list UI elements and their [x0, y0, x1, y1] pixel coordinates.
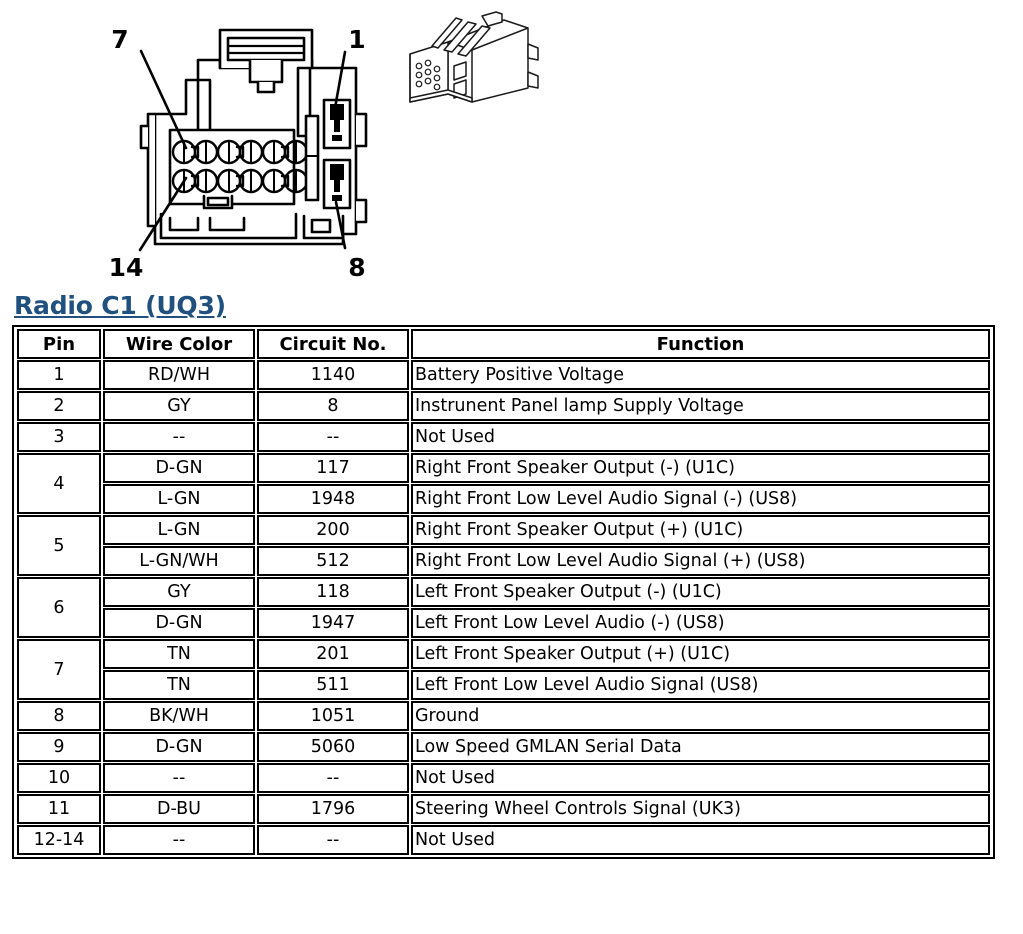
- cell-function: Not Used: [411, 825, 990, 855]
- column-header-function: Function: [411, 329, 990, 359]
- cell-function: Instrunent Panel lamp Supply Voltage: [411, 391, 990, 421]
- table-row: 1 RD/WH 1140 Battery Positive Voltage: [17, 360, 990, 390]
- cell-pin: 10: [17, 763, 101, 793]
- cell-function: Left Front Speaker Output (-) (U1C): [411, 577, 990, 607]
- callout-label-1: 1: [348, 25, 365, 54]
- cell-function: Left Front Speaker Output (+) (U1C): [411, 639, 990, 669]
- cell-function: Right Front Low Level Audio Signal (+) (…: [411, 546, 990, 576]
- callout-label-14: 14: [109, 253, 144, 280]
- cell-wire-color: RD/WH: [103, 360, 255, 390]
- cell-pin: 5: [17, 515, 101, 576]
- cell-pin: 11: [17, 794, 101, 824]
- cell-function: Left Front Low Level Audio (-) (US8): [411, 608, 990, 638]
- cell-wire-color: TN: [103, 639, 255, 669]
- cell-circuit-no: 511: [257, 670, 409, 700]
- cell-wire-color: GY: [103, 391, 255, 421]
- radio-c1-pinout-table: Pin Wire Color Circuit No. Function 1 RD/…: [15, 328, 992, 856]
- table-row: 2 GY 8 Instrunent Panel lamp Supply Voltage: [17, 391, 990, 421]
- cell-function: Not Used: [411, 763, 990, 793]
- cell-wire-color: D-BU: [103, 794, 255, 824]
- cell-wire-color: BK/WH: [103, 701, 255, 731]
- cell-wire-color: GY: [103, 577, 255, 607]
- cell-circuit-no: --: [257, 422, 409, 452]
- cell-function: Right Front Speaker Output (+) (U1C): [411, 515, 990, 545]
- cell-wire-color: --: [103, 422, 255, 452]
- connector-illustration-area: 7 1 14 8: [0, 0, 1023, 288]
- callout-label-8: 8: [348, 253, 365, 280]
- cell-circuit-no: 8: [257, 391, 409, 421]
- cell-function: Battery Positive Voltage: [411, 360, 990, 390]
- callout-label-7: 7: [111, 25, 128, 54]
- column-header-circuit-no: Circuit No.: [257, 329, 409, 359]
- cell-circuit-no: 1051: [257, 701, 409, 731]
- cell-wire-color: L-GN: [103, 484, 255, 514]
- connector-isometric-view: [409, 11, 539, 103]
- table-row: 5 L-GN 200 Right Front Speaker Output (+) (…: [17, 515, 990, 576]
- table-row: 4 D-GN 117 Right Front Speaker Output (-) (…: [17, 453, 990, 514]
- table-row: L-GN/WH 512 Right Front Low Level Audio Si…: [17, 546, 990, 576]
- column-header-wire-color: Wire Color: [103, 329, 255, 359]
- radio-c1-connector-face-view: 7 1 14 8: [109, 25, 368, 280]
- table-row: 8 BK/WH 1051 Ground: [17, 701, 990, 731]
- cell-function: Left Front Low Level Audio Signal (US8): [411, 670, 990, 700]
- page-title: Radio C1 (UQ3): [14, 291, 226, 320]
- table-row: 3 -- -- Not Used: [17, 422, 990, 452]
- cell-pin: 8: [17, 701, 101, 731]
- column-header-pin: Pin: [17, 329, 101, 359]
- cell-wire-color: D-GN: [103, 608, 255, 638]
- table-row: L-GN 1948 Right Front Low Level Audio Sign…: [17, 484, 990, 514]
- table-row: 9 D-GN 5060 Low Speed GMLAN Serial Data: [17, 732, 990, 762]
- cell-wire-color: D-GN: [103, 732, 255, 762]
- cell-wire-color: --: [103, 763, 255, 793]
- table-row: 11 D-BU 1796 Steering Wheel Controls Signal…: [17, 794, 990, 824]
- cell-circuit-no: 5060: [257, 732, 409, 762]
- cell-circuit-no: 200: [257, 515, 409, 545]
- cell-wire-color: L-GN/WH: [103, 546, 255, 576]
- cell-pin: 9: [17, 732, 101, 762]
- cell-pin: 4: [17, 453, 101, 514]
- cell-circuit-no: 201: [257, 639, 409, 669]
- cell-pin: 2: [17, 391, 101, 421]
- cell-circuit-no: 1947: [257, 608, 409, 638]
- cell-pin: 3: [17, 422, 101, 452]
- cell-circuit-no: 118: [257, 577, 409, 607]
- cell-wire-color: TN: [103, 670, 255, 700]
- cell-function: Right Front Low Level Audio Signal (-) (…: [411, 484, 990, 514]
- table-header-row: Pin Wire Color Circuit No. Function: [17, 329, 990, 359]
- cell-wire-color: --: [103, 825, 255, 855]
- cell-function: Not Used: [411, 422, 990, 452]
- cell-pin: 1: [17, 360, 101, 390]
- table-row: 6 GY 118 Left Front Speaker Output (-) (U1C…: [17, 577, 990, 638]
- table-row: 12-14 -- -- Not Used: [17, 825, 990, 855]
- cell-function: Steering Wheel Controls Signal (UK3): [411, 794, 990, 824]
- cell-circuit-no: 512: [257, 546, 409, 576]
- cell-function: Ground: [411, 701, 990, 731]
- cell-circuit-no: 117: [257, 453, 409, 483]
- cell-circuit-no: 1948: [257, 484, 409, 514]
- cell-circuit-no: --: [257, 825, 409, 855]
- table-row: 10 -- -- Not Used: [17, 763, 990, 793]
- cell-pin: 7: [17, 639, 101, 700]
- cell-pin: 12-14: [17, 825, 101, 855]
- pinout-table-container: Pin Wire Color Circuit No. Function 1 RD/…: [12, 325, 995, 859]
- table-row: 7 TN 201 Left Front Speaker Output (+) (U1C…: [17, 639, 990, 700]
- cell-circuit-no: 1140: [257, 360, 409, 390]
- table-row: TN 511 Left Front Low Level Audio Signal (…: [17, 670, 990, 700]
- cell-function: Low Speed GMLAN Serial Data: [411, 732, 990, 762]
- table-row: D-GN 1947 Left Front Low Level Audio (-) (…: [17, 608, 990, 638]
- cell-circuit-no: --: [257, 763, 409, 793]
- cell-circuit-no: 1796: [257, 794, 409, 824]
- cell-wire-color: L-GN: [103, 515, 255, 545]
- cell-wire-color: D-GN: [103, 453, 255, 483]
- cell-function: Right Front Speaker Output (-) (U1C): [411, 453, 990, 483]
- cell-pin: 6: [17, 577, 101, 638]
